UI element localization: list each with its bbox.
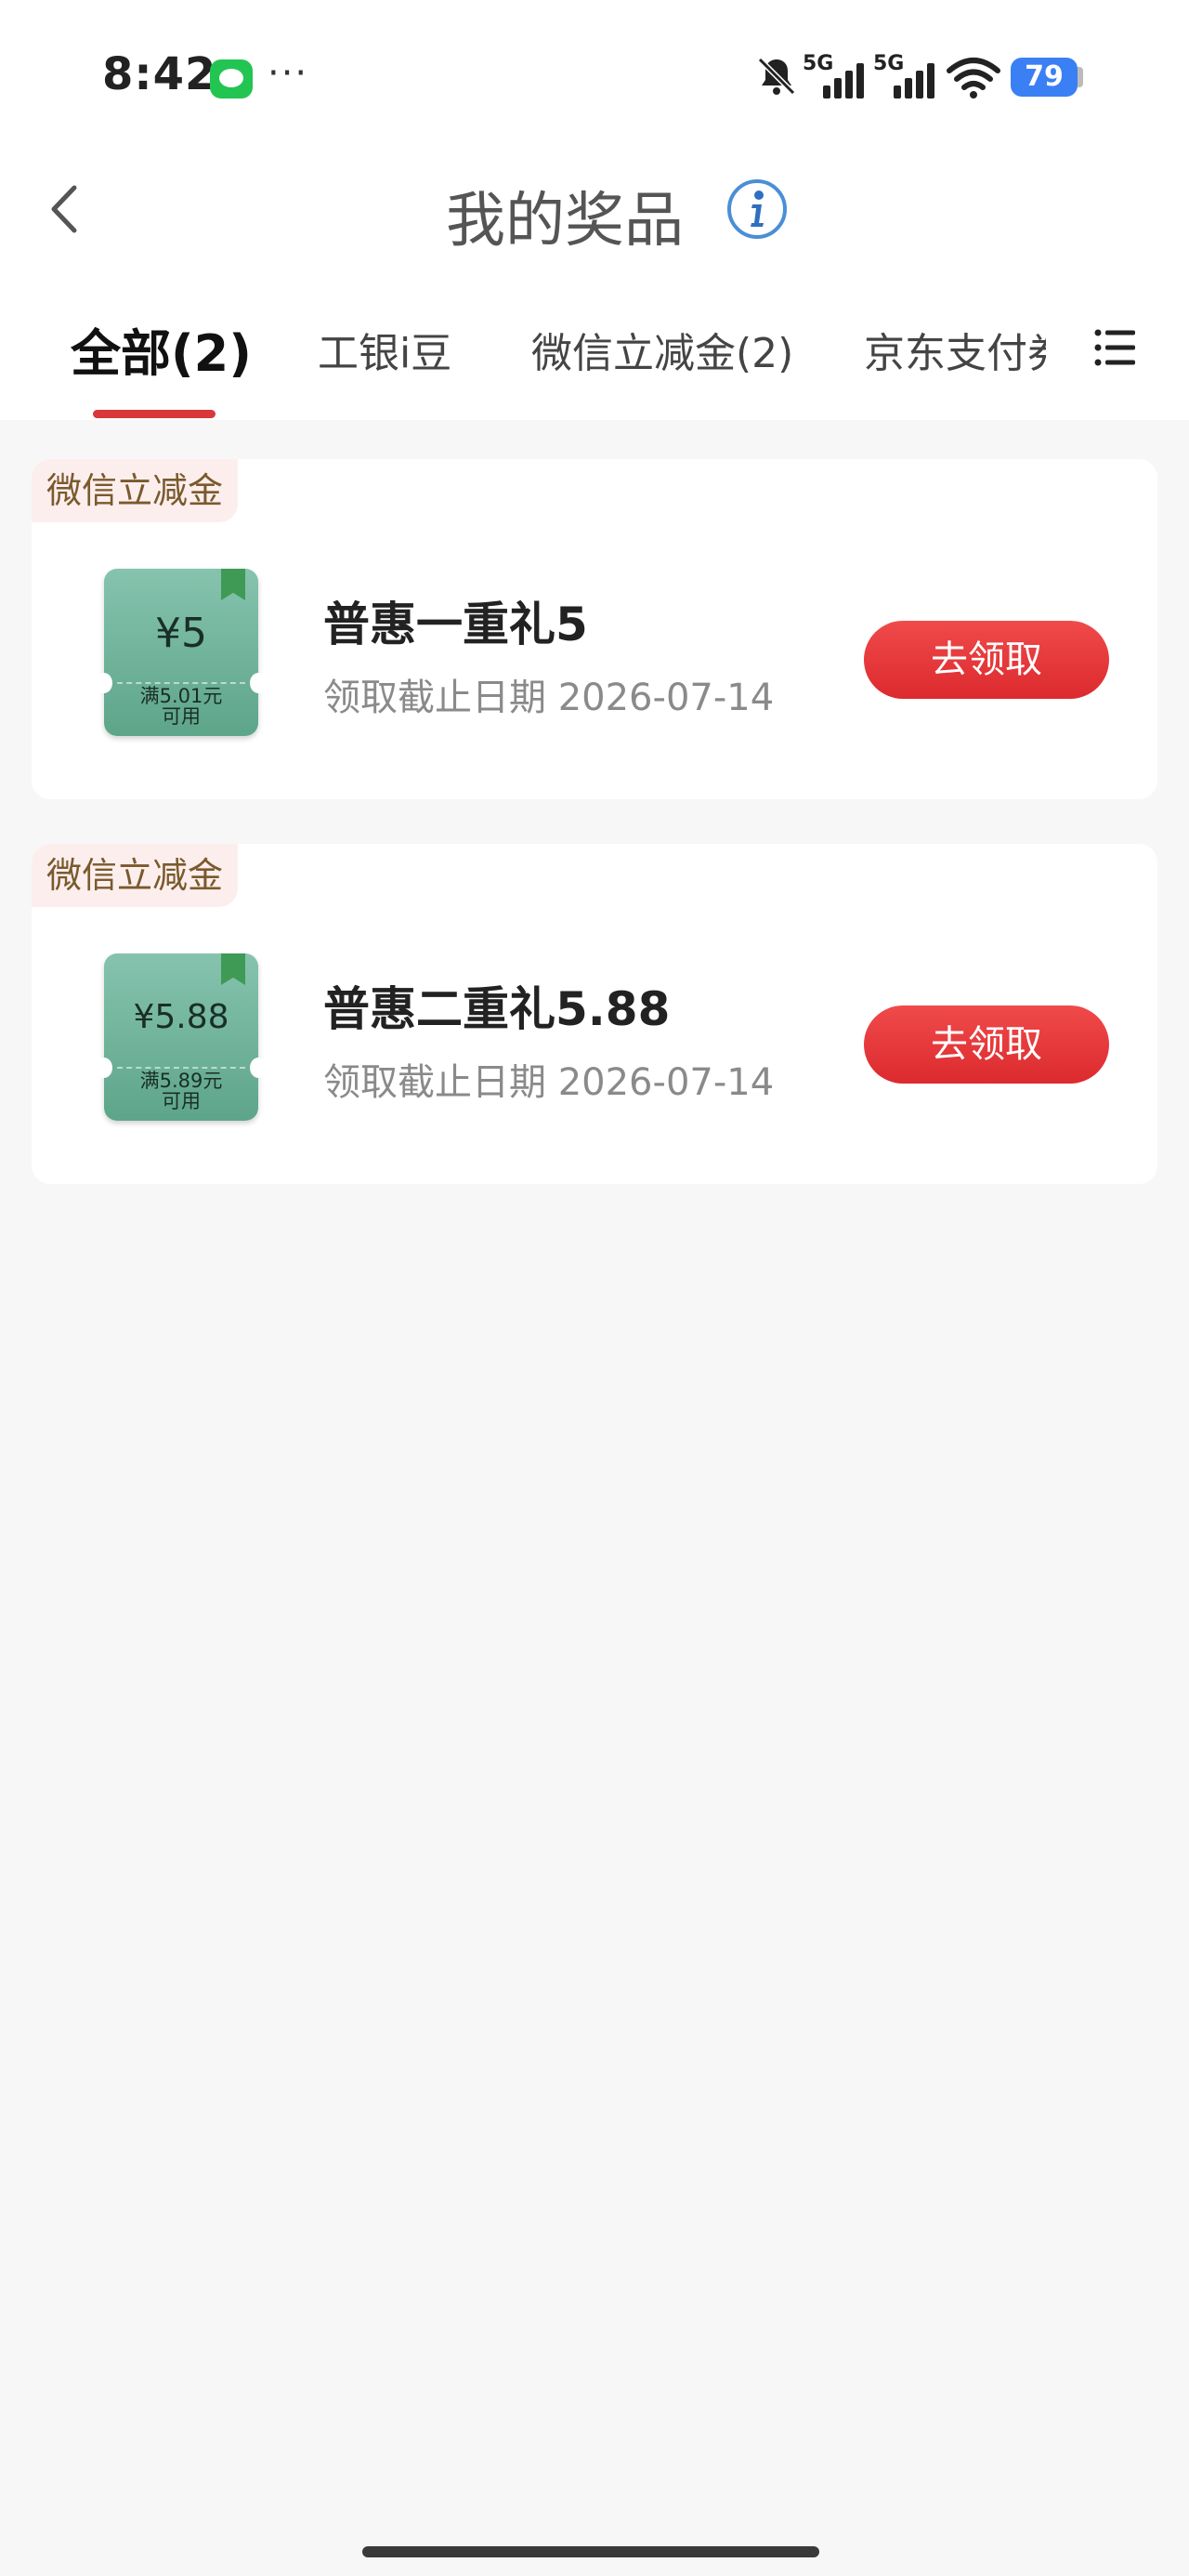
list-menu-icon[interactable]: [1094, 327, 1137, 368]
coupon-amount: ¥5: [155, 610, 207, 657]
home-indicator[interactable]: [362, 2546, 819, 2557]
signal-label: 5G: [803, 52, 834, 75]
mute-icon: [757, 57, 796, 96]
signal-icon: 5G: [803, 52, 868, 99]
battery-icon: 79: [1011, 58, 1078, 97]
coupon-ribbon-icon: [221, 569, 245, 600]
prize-card: 微信立减金 ¥5 满5.01元 可用 普惠一重礼5 领取截止日期 2026-07…: [32, 459, 1157, 799]
coupon-amount: ¥5.88: [133, 998, 229, 1036]
signal-bar: [927, 63, 934, 99]
signal-bar: [823, 85, 830, 99]
signal-bar: [834, 78, 842, 99]
active-tab-indicator: [93, 410, 216, 418]
ticket-divider: [117, 1067, 245, 1069]
signal-bar: [856, 63, 864, 99]
tab-all[interactable]: 全部(2): [71, 312, 252, 386]
claim-button[interactable]: 去领取: [864, 621, 1109, 699]
signal-bar: [905, 78, 912, 99]
tab-jd-pay-clip: 京东支付券: [864, 307, 1046, 400]
coupon-condition-line1: 满5.01元: [139, 685, 223, 707]
coupon-condition-line1: 满5.89元: [139, 1070, 223, 1092]
prize-deadline: 领取截止日期 2026-07-14: [323, 677, 775, 719]
tab-bar: 全部(2) 工银i豆 微信立减金(2) 京东支付券: [0, 307, 1189, 420]
signal-bar: [894, 85, 901, 99]
coupon-ticket: ¥5.88 满5.89元 可用: [96, 953, 267, 1121]
tab-icbc-bean[interactable]: 工银i豆: [318, 320, 451, 379]
prize-deadline: 领取截止日期 2026-07-14: [323, 1061, 775, 1104]
signal-bar: [845, 71, 853, 99]
signal-icon: 5G: [873, 52, 938, 99]
status-time: 8:42: [102, 48, 217, 100]
battery-tip: [1078, 67, 1083, 87]
tab-jd-pay[interactable]: 京东支付券: [864, 320, 1046, 379]
signal-label: 5G: [873, 52, 905, 75]
prize-name: 普惠一重礼5: [323, 598, 588, 651]
tab-wechat-discount[interactable]: 微信立减金(2): [531, 320, 793, 379]
wifi-icon: [947, 58, 1000, 99]
coupon-condition: 满5.01元 可用: [104, 686, 258, 727]
info-icon[interactable]: [725, 177, 790, 242]
coupon-ribbon-icon: [221, 953, 245, 985]
category-badge: 微信立减金: [32, 844, 239, 907]
signal-bar: [916, 71, 923, 99]
coupon-condition: 满5.89元 可用: [104, 1071, 258, 1111]
message-icon: [210, 59, 253, 99]
ticket-divider: [117, 682, 245, 684]
coupon-ticket: ¥5 满5.01元 可用: [96, 569, 267, 736]
category-badge: 微信立减金: [32, 459, 239, 522]
more-notifications-icon: ···: [268, 52, 309, 95]
prize-card: 微信立减金 ¥5.88 满5.89元 可用 普惠二重礼5.88 领取截止日期 2…: [32, 844, 1157, 1184]
page-title-text: 我的奖品: [446, 187, 684, 256]
claim-button[interactable]: 去领取: [864, 1005, 1109, 1084]
coupon-condition-line2: 可用: [162, 1090, 201, 1112]
page-title: 我的奖品: [0, 173, 1189, 258]
status-bar: 8:42 ··· 5G 5G 79: [0, 0, 1189, 158]
page: 8:42 ··· 5G 5G 79 我的奖品 全部(2) 工银i豆 微信立减金(…: [0, 0, 1189, 2576]
coupon-condition-line2: 可用: [162, 705, 201, 728]
prize-name: 普惠二重礼5.88: [323, 982, 671, 1036]
